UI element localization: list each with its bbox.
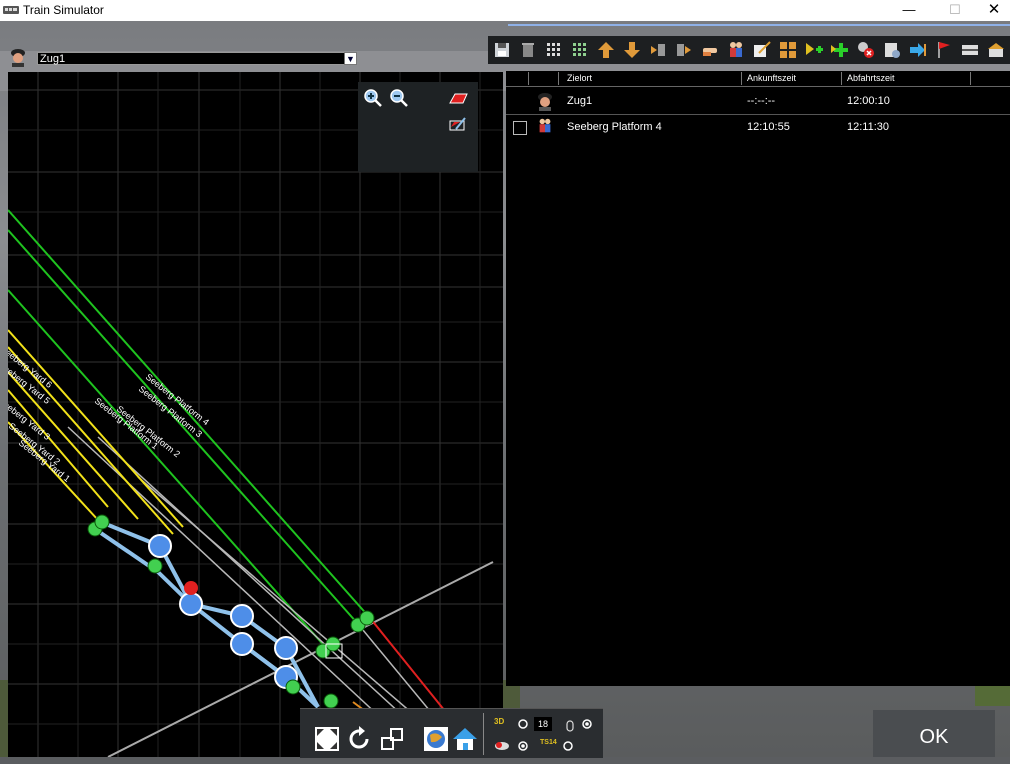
radio-button[interactable] xyxy=(582,719,592,729)
route-node xyxy=(230,604,254,628)
train-select-value: Zug1 xyxy=(40,53,66,65)
driver-icon xyxy=(11,49,25,67)
save-icon[interactable] xyxy=(492,40,512,60)
route-node xyxy=(148,534,172,558)
paperclip-icon[interactable] xyxy=(566,720,574,732)
column-separator xyxy=(741,72,742,85)
train-alert-icon[interactable] xyxy=(494,739,510,751)
fit-view-icon[interactable] xyxy=(313,725,341,753)
trash-icon[interactable] xyxy=(518,40,538,60)
column-separator xyxy=(558,72,559,85)
window-title-bar: Train Simulator — ☐ ✕ xyxy=(0,0,1010,21)
ok-button[interactable]: OK xyxy=(873,710,995,757)
column-separator xyxy=(970,72,971,85)
grid-green-icon[interactable] xyxy=(570,40,590,60)
move-down-icon[interactable] xyxy=(622,40,642,60)
window-title: Train Simulator xyxy=(23,3,104,17)
toolbar-accent xyxy=(508,24,1010,26)
edit-task-icon[interactable] xyxy=(752,40,772,60)
column-header-departure[interactable]: Abfahrtszeit xyxy=(847,71,895,86)
add-waypoint-icon[interactable] xyxy=(804,40,824,60)
zoom-out-icon[interactable] xyxy=(389,88,409,108)
maximize-button[interactable]: ☐ xyxy=(932,0,978,21)
route-node xyxy=(179,592,203,616)
column-separator xyxy=(841,72,842,85)
map-bottom-toolbar: 3D 18 TS14 xyxy=(300,708,603,758)
close-button[interactable]: ✕ xyxy=(978,0,1010,21)
insert-before-icon[interactable] xyxy=(648,40,668,60)
goto-icon[interactable] xyxy=(908,40,928,60)
eraser-icon[interactable] xyxy=(448,88,468,108)
schedule-panel: Zielort Ankunftszeit Abfahrtszeit Zug1 -… xyxy=(506,71,1010,686)
scenery-grass-right xyxy=(975,686,1010,706)
destination-cell: Seeberg Platform 4 xyxy=(567,121,662,133)
schedule-row[interactable]: Zug1 --:--:-- 12:00:10 xyxy=(506,88,1010,114)
3d-label: 3D xyxy=(494,717,505,726)
remove-instruction-icon[interactable] xyxy=(856,40,876,60)
departure-cell: 12:11:30 xyxy=(847,121,890,133)
schedule-row[interactable]: Seeberg Platform 4 12:10:55 12:11:30 xyxy=(506,114,1010,140)
track-map-canvas[interactable]: Seeberg Platform 4 Seeberg Platform 3 Se… xyxy=(8,72,503,757)
track-edit-icon[interactable] xyxy=(448,114,468,134)
arrival-cell: --:--:-- xyxy=(747,95,776,107)
schedule-toolbar xyxy=(488,36,1010,64)
insert-after-icon[interactable] xyxy=(674,40,694,60)
minimize-button[interactable]: — xyxy=(886,0,932,21)
resize-icon[interactable] xyxy=(379,725,407,753)
add-instruction-icon[interactable] xyxy=(830,40,850,60)
passengers-icon xyxy=(539,118,551,133)
chevron-down-icon[interactable]: ▼ xyxy=(344,52,357,65)
departure-cell: 12:00:10 xyxy=(847,95,890,107)
train-app-icon xyxy=(3,6,19,14)
destination-cell: Zug1 xyxy=(567,95,593,107)
train-selector-area: Zug1 ▼ xyxy=(0,44,505,72)
rotate-icon[interactable] xyxy=(345,725,373,753)
globe-icon[interactable] xyxy=(422,725,450,753)
zoom-in-icon[interactable] xyxy=(363,88,383,108)
coupling-icon[interactable] xyxy=(778,40,798,60)
track-map[interactable]: Seeberg Platform 4 Seeberg Platform 3 Se… xyxy=(8,72,503,757)
radio-button[interactable] xyxy=(518,741,528,751)
platform-view-icon[interactable] xyxy=(960,40,980,60)
route-node xyxy=(274,636,298,660)
value-box[interactable]: 18 xyxy=(534,717,552,731)
route-node xyxy=(230,632,254,656)
toolbar-divider xyxy=(483,713,484,755)
driver-icon xyxy=(538,93,552,111)
schedule-header: Zielort Ankunftszeit Abfahrtszeit xyxy=(506,71,1010,87)
flag-icon[interactable] xyxy=(934,40,954,60)
column-separator xyxy=(528,72,529,85)
radio-button[interactable] xyxy=(563,741,573,751)
column-header-arrival[interactable]: Ankunftszeit xyxy=(747,71,796,86)
ts14-label: TS14 xyxy=(540,739,557,746)
home-icon[interactable] xyxy=(451,725,479,753)
column-header-zielort[interactable]: Zielort xyxy=(567,71,592,86)
row-checkbox[interactable] xyxy=(513,121,527,135)
radio-button[interactable] xyxy=(518,719,528,729)
train-select-dropdown[interactable]: Zug1 xyxy=(37,52,357,65)
grid-icon[interactable] xyxy=(544,40,564,60)
station-icon[interactable] xyxy=(986,40,1006,60)
arrival-cell: 12:10:55 xyxy=(747,121,790,133)
passengers-icon[interactable] xyxy=(726,40,746,60)
map-zoom-controls xyxy=(358,82,478,172)
settings-icon[interactable] xyxy=(882,40,902,60)
move-up-icon[interactable] xyxy=(596,40,616,60)
red-signal-marker xyxy=(184,581,198,595)
pointer-hand-icon[interactable] xyxy=(700,40,720,60)
